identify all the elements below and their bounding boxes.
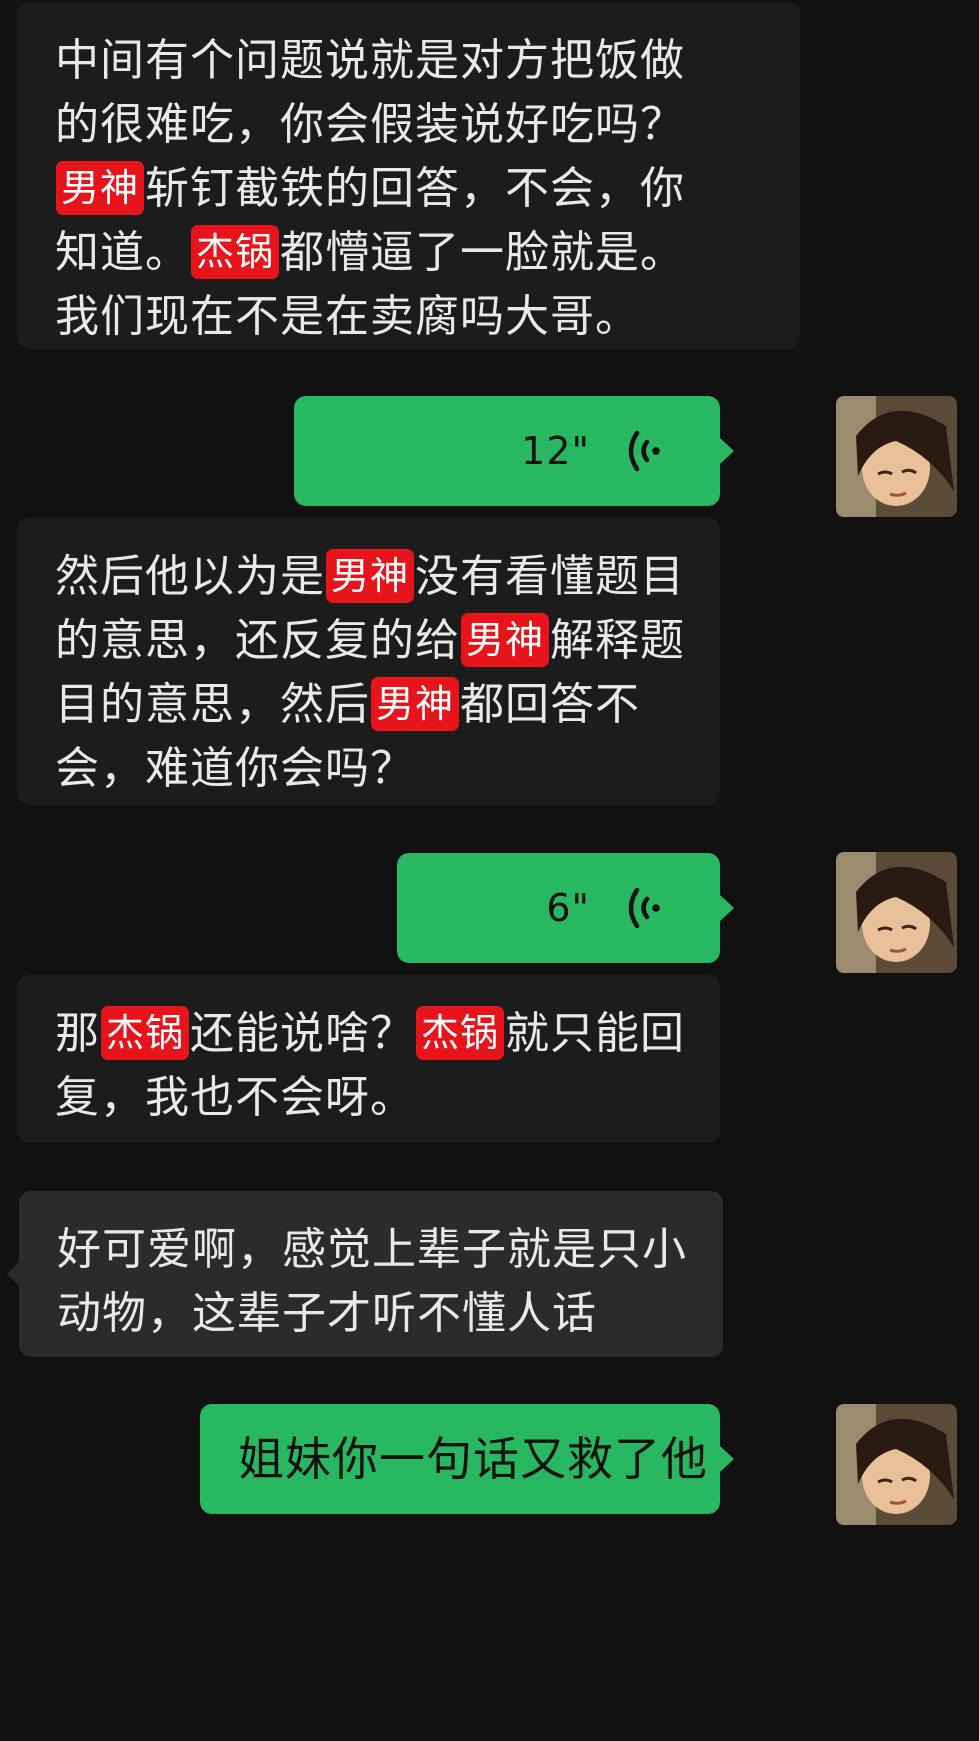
message-line: 中间有个问题说就是对方把饭做: [55, 35, 685, 86]
message-text: 解释题: [550, 615, 686, 666]
user-avatar[interactable]: [836, 1404, 957, 1525]
message-line: 然后他以为是 男神 没有看懂题目: [55, 545, 686, 609]
message-text: 就只能回: [505, 1008, 686, 1059]
voice-wave-icon: [628, 887, 660, 929]
incoming-message-3[interactable]: 那杰锅 还能说啥？ 杰锅 就只能回 复，我也不会呀。: [17, 975, 720, 1143]
message-line: 动物，这辈子才听不懂人话: [57, 1288, 597, 1339]
message-line: 的很难吃，你会假装说好吃吗？: [55, 99, 685, 150]
avatar-image: [836, 1404, 957, 1525]
message-text: 的意思，还反复的给: [55, 615, 460, 666]
message-line: 好可爱啊，感觉上辈子就是只小: [57, 1224, 687, 1275]
message-text: 姐妹你一句话又救了他: [238, 1432, 708, 1486]
message-text: 那: [55, 1008, 100, 1059]
outgoing-voice-message-2[interactable]: 6": [397, 853, 734, 963]
message-line: 会，难道你会吗？: [55, 743, 415, 794]
message-text: 知道。: [55, 227, 190, 278]
voice-message-content: 12": [294, 396, 720, 506]
message-line: 复，我也不会呀。: [55, 1072, 415, 1123]
voice-duration: 12": [521, 429, 590, 473]
message-text: 都懵逼了一脸就是。: [280, 227, 686, 278]
message-line: 知道。 杰锅 都懵逼了一脸就是。: [55, 221, 766, 285]
incoming-message-4[interactable]: 好可爱啊，感觉上辈子就是只小 动物，这辈子才听不懂人话: [7, 1191, 723, 1357]
message-line: 目的意思，然后 男神 都回答不: [55, 673, 686, 737]
name-sticker-tag: 男神: [461, 613, 550, 667]
name-sticker-tag: 杰锅: [191, 225, 280, 279]
user-avatar[interactable]: [836, 396, 957, 517]
name-sticker-tag: 男神: [371, 677, 460, 731]
incoming-message-2[interactable]: 然后他以为是 男神 没有看懂题目 的意思，还反复的给 男神 解释题 目的意思，然后 男神都…: [17, 518, 720, 805]
message-line: 那杰锅 还能说啥？ 杰锅 就只能回: [55, 1002, 686, 1066]
message-text: 斩钉截铁的回答，不会，你: [145, 163, 686, 214]
message-text: 然后他以为是: [55, 551, 325, 602]
message-text: 还能说啥？: [190, 1008, 416, 1059]
incoming-message-1[interactable]: 中间有个问题说就是对方把饭做 的很难吃，你会假装说好吃吗？ 男神 斩钉截铁的回答，…: [17, 2, 800, 349]
message-text: 目的意思，然后: [55, 679, 370, 730]
avatar-image: [836, 396, 957, 517]
outgoing-text-message[interactable]: 姐妹你一句话又救了他: [200, 1404, 734, 1514]
name-sticker-tag: 男神: [326, 549, 415, 603]
outgoing-voice-message-1[interactable]: 12": [294, 396, 734, 506]
voice-duration: 6": [546, 886, 590, 930]
user-avatar[interactable]: [836, 852, 957, 973]
message-line: 男神 斩钉截铁的回答，不会，你: [55, 157, 766, 221]
name-sticker-tag: 杰锅: [416, 1006, 505, 1060]
name-sticker-tag: 男神: [56, 161, 145, 215]
message-line: 的意思，还反复的给 男神 解释题: [55, 609, 686, 673]
voice-wave-icon: [628, 430, 660, 472]
message-line: 我们现在不是在卖腐吗大哥。: [55, 291, 640, 342]
message-text: 没有看懂题目: [415, 551, 686, 602]
name-sticker-tag: 杰锅: [101, 1006, 190, 1060]
message-text: 都回答不: [460, 679, 641, 730]
voice-message-content: 6": [397, 853, 720, 963]
avatar-image: [836, 852, 957, 973]
